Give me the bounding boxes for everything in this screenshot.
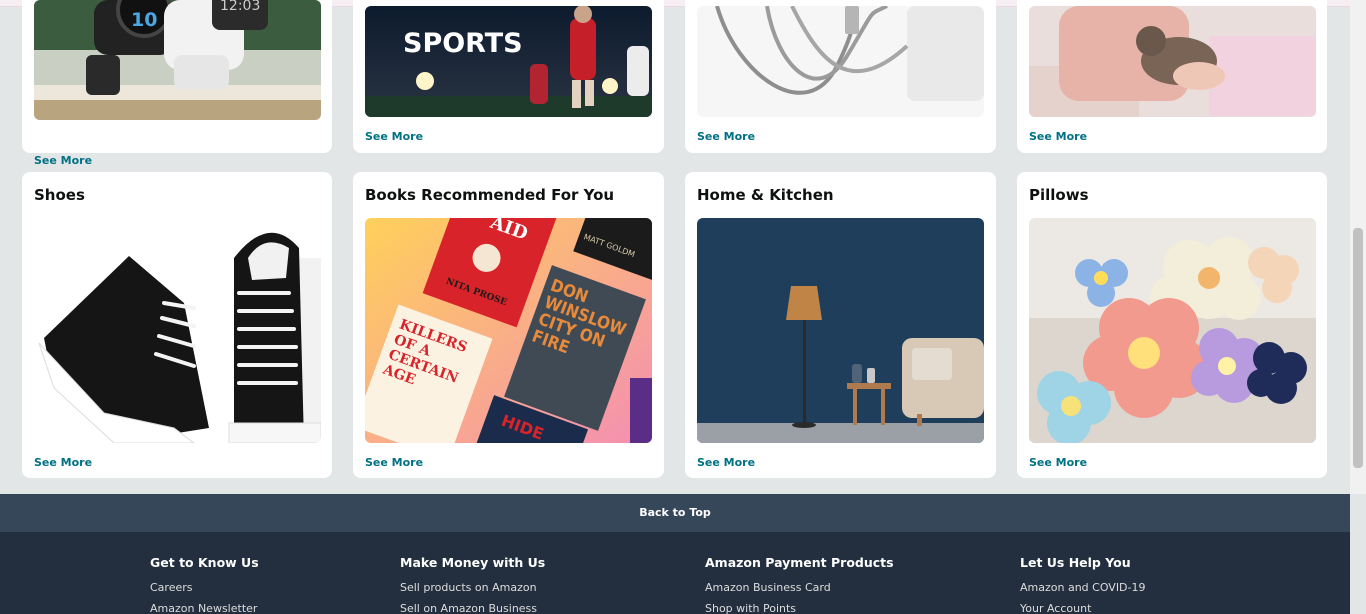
- back-to-top-button[interactable]: Back to Top: [0, 494, 1350, 532]
- card-shoes: Shoes See More: [22, 172, 332, 478]
- footer-column-get-to-know-us: Get to Know Us Careers Amazon Newsletter: [150, 555, 259, 614]
- footer-heading: Get to Know Us: [150, 555, 259, 570]
- page-scrollbar[interactable]: [1350, 0, 1366, 494]
- footer-link-your-account[interactable]: Your Account: [1020, 602, 1146, 614]
- pillows-image[interactable]: [1029, 218, 1316, 443]
- watches-see-more-link[interactable]: See More: [34, 154, 92, 167]
- card-home-kitchen: Home & Kitchen See More: [685, 172, 996, 478]
- cables-image[interactable]: [697, 6, 984, 117]
- card-title: Shoes: [34, 186, 85, 204]
- shoes-illustration: [34, 218, 321, 443]
- card-title: Home & Kitchen: [697, 186, 834, 204]
- pajamas-image[interactable]: [1029, 6, 1316, 117]
- shoes-see-more-link[interactable]: See More: [34, 456, 92, 469]
- cables-illustration: [697, 6, 984, 117]
- footer-column-payment-products: Amazon Payment Products Amazon Business …: [705, 555, 894, 614]
- pillows-see-more-link[interactable]: See More: [1029, 456, 1087, 469]
- watches-image[interactable]: 10 12:03: [34, 0, 321, 120]
- card-pajamas: See More: [1017, 0, 1327, 153]
- books-see-more-link[interactable]: See More: [365, 456, 423, 469]
- footer-link-business-card[interactable]: Amazon Business Card: [705, 581, 894, 594]
- scrollbar-thumb[interactable]: [1353, 228, 1363, 468]
- svg-text:SPORTS: SPORTS: [403, 28, 523, 59]
- pajamas-see-more-link[interactable]: See More: [1029, 130, 1087, 143]
- footer-heading: Make Money with Us: [400, 555, 546, 570]
- site-footer: Get to Know Us Careers Amazon Newsletter…: [0, 532, 1350, 614]
- sports-illustration: SPORTS: [365, 6, 652, 117]
- home-kitchen-image[interactable]: [697, 218, 984, 443]
- card-books: Books Recommended For You AID NITA PROSE…: [353, 172, 664, 478]
- books-illustration: AID NITA PROSE MATT GOLDM DON WINSLOW CI…: [365, 218, 652, 443]
- card-cables: See More: [685, 0, 996, 153]
- shoes-image[interactable]: [34, 218, 321, 443]
- footer-heading: Amazon Payment Products: [705, 555, 894, 570]
- home-kitchen-illustration: [697, 218, 984, 443]
- card-title: Books Recommended For You: [365, 186, 615, 204]
- cables-see-more-link[interactable]: See More: [697, 130, 755, 143]
- footer-link-shop-with-points[interactable]: Shop with Points: [705, 602, 894, 614]
- footer-link-sell-business[interactable]: Sell on Amazon Business: [400, 602, 545, 614]
- pajamas-illustration: [1029, 6, 1316, 117]
- books-image[interactable]: AID NITA PROSE MATT GOLDM DON WINSLOW CI…: [365, 218, 652, 443]
- card-title: Pillows: [1029, 186, 1089, 204]
- footer-heading: Let Us Help You: [1020, 555, 1131, 570]
- card-sports: SPORTS See More: [353, 0, 664, 153]
- card-watches: 10 12:03: [22, 0, 332, 153]
- footer-link-careers[interactable]: Careers: [150, 581, 259, 594]
- footer-column-help: Let Us Help You Amazon and COVID-19 Your…: [1020, 555, 1146, 614]
- card-pillows: Pillows See More: [1017, 172, 1327, 478]
- home-kitchen-see-more-link[interactable]: See More: [697, 456, 755, 469]
- footer-column-make-money: Make Money with Us Sell products on Amaz…: [400, 555, 545, 614]
- svg-text:12:03: 12:03: [220, 0, 260, 14]
- footer-link-covid[interactable]: Amazon and COVID-19: [1020, 581, 1146, 594]
- sports-see-more-link[interactable]: See More: [365, 130, 423, 143]
- footer-link-sell-products[interactable]: Sell products on Amazon: [400, 581, 545, 594]
- svg-text:10: 10: [131, 9, 157, 31]
- pillows-illustration: [1029, 218, 1316, 443]
- sports-image[interactable]: SPORTS: [365, 6, 652, 117]
- watches-illustration: 10 12:03: [34, 0, 321, 120]
- footer-link-newsletter[interactable]: Amazon Newsletter: [150, 602, 259, 614]
